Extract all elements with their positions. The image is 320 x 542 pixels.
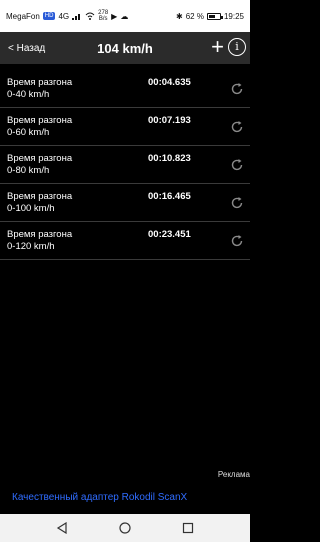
system-nav-bar — [0, 514, 250, 542]
bluetooth-icon: ✱ — [176, 11, 183, 21]
ad-label: Реклама — [217, 470, 250, 479]
list-item: Время разгона 0-60 km/h 00:07.193 — [0, 108, 250, 146]
wifi-icon — [85, 12, 95, 20]
status-bar: MegaFon HD 4G 278 B/s ▶ ☁ ✱ 62 % 19:25 — [0, 0, 250, 32]
network-speed: 278 B/s — [98, 10, 108, 22]
item-time: 00:16.465 — [148, 191, 191, 202]
item-label: Время разгона 0-100 km/h — [7, 191, 72, 215]
item-label-title: Время разгона — [7, 77, 73, 88]
list-item: Время разгона 0-100 km/h 00:16.465 — [0, 184, 250, 222]
battery-percent: 62 % — [185, 11, 204, 21]
reset-icon[interactable] — [230, 234, 244, 248]
clock: 19:25 — [223, 11, 244, 21]
info-icon[interactable]: i — [228, 38, 246, 56]
signal-indicator: 4G — [58, 11, 70, 21]
item-label-range: 0-120 km/h — [7, 241, 55, 252]
item-label-range: 0-40 km/h — [7, 89, 50, 100]
ad-link[interactable]: Качественный адаптер Rokodil ScanX — [12, 492, 187, 503]
carrier-name: MegaFon — [6, 11, 40, 21]
hd-badge: HD — [42, 12, 56, 20]
item-label: Время разгона 0-120 km/h — [7, 229, 72, 253]
item-time: 00:07.193 — [148, 115, 191, 126]
item-label: Время разгона 0-80 km/h — [7, 153, 72, 177]
cloud-icon: ☁ — [120, 11, 129, 21]
item-time: 00:04.635 — [148, 77, 191, 88]
item-time: 00:10.823 — [148, 153, 191, 164]
item-label-range: 0-80 km/h — [7, 165, 50, 176]
recents-square-icon[interactable] — [182, 522, 194, 534]
list-item: Время разгона 0-40 km/h 00:04.635 — [0, 70, 250, 108]
item-label-title: Время разгона — [7, 115, 73, 126]
reset-icon[interactable] — [230, 120, 244, 134]
plus-icon[interactable]: + — [211, 36, 224, 58]
results-list: Время разгона 0-40 km/h 00:04.635 Время … — [0, 70, 250, 260]
item-label-title: Время разгона — [7, 191, 73, 202]
top-bar: < Назад 104 km/h + i — [0, 32, 250, 64]
back-button[interactable]: < Назад — [8, 43, 45, 54]
battery-icon — [206, 12, 223, 20]
reset-icon[interactable] — [230, 196, 244, 210]
back-triangle-icon[interactable] — [56, 522, 68, 534]
item-label: Время разгона 0-60 km/h — [7, 115, 72, 139]
reset-icon[interactable] — [230, 158, 244, 172]
list-item: Время разгона 0-80 km/h 00:10.823 — [0, 146, 250, 184]
item-label-range: 0-60 km/h — [7, 127, 50, 138]
reset-icon[interactable] — [230, 82, 244, 96]
play-icon: ▶ — [111, 11, 118, 21]
speed-unit: B/s — [98, 16, 108, 22]
item-label: Время разгона 0-40 km/h — [7, 77, 72, 101]
item-time: 00:23.451 — [148, 229, 191, 240]
item-label-title: Время разгона — [7, 153, 73, 164]
item-label-range: 0-100 km/h — [7, 203, 55, 214]
signal-bars-icon — [72, 14, 81, 20]
item-label-title: Время разгона — [7, 229, 73, 240]
home-circle-icon[interactable] — [119, 522, 131, 534]
list-item: Время разгона 0-120 km/h 00:23.451 — [0, 222, 250, 260]
